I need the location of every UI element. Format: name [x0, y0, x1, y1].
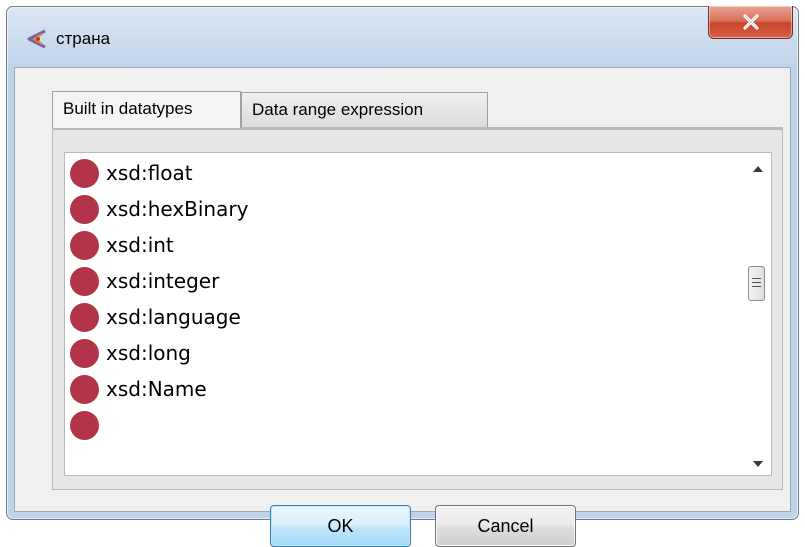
datatype-dot-icon	[70, 338, 99, 368]
list-item[interactable]: xsd:long	[70, 335, 191, 371]
datatype-dot-icon	[70, 230, 99, 260]
list-item-label: xsd:language	[106, 305, 241, 329]
window-title: страна	[56, 29, 111, 48]
arrow-down-icon	[752, 452, 763, 471]
datatype-dot-icon	[70, 302, 99, 332]
arrow-up-icon	[752, 157, 763, 176]
cancel-button[interactable]: Cancel	[435, 505, 576, 547]
tab-panel: xsd:float xsd:hexBinary xsd:int xsd:inte…	[52, 130, 783, 490]
datatype-dot-icon	[70, 410, 99, 440]
protege-app-icon	[25, 28, 47, 50]
tab-built-in-datatypes[interactable]: Built in datatypes	[52, 91, 241, 128]
datatype-dot-icon	[70, 158, 99, 188]
ok-button[interactable]: OK	[270, 505, 411, 547]
scroll-up-button[interactable]	[744, 153, 771, 180]
dialog-content: Built in datatypes Data range expression…	[14, 67, 791, 547]
list-item-label: xsd:long	[106, 341, 191, 365]
datatype-list-items: xsd:float xsd:hexBinary xsd:int xsd:inte…	[65, 153, 745, 475]
title-bar[interactable]: страна	[7, 6, 798, 67]
scroll-down-button[interactable]	[744, 448, 771, 475]
list-item[interactable]	[70, 407, 106, 443]
close-button[interactable]	[708, 6, 793, 39]
list-item-label: xsd:Name	[106, 377, 207, 401]
datatype-dot-icon	[70, 374, 99, 404]
list-item-label: xsd:hexBinary	[106, 197, 249, 221]
tab-data-range-expression[interactable]: Data range expression	[241, 92, 488, 127]
list-item[interactable]: xsd:Name	[70, 371, 207, 407]
vertical-scrollbar[interactable]	[744, 153, 771, 475]
close-icon	[742, 14, 760, 30]
datatype-list[interactable]: xsd:float xsd:hexBinary xsd:int xsd:inte…	[64, 152, 772, 476]
list-item[interactable]: xsd:language	[70, 299, 241, 335]
scroll-thumb[interactable]	[748, 266, 765, 301]
list-item[interactable]: xsd:float	[70, 155, 193, 191]
list-item[interactable]: xsd:hexBinary	[70, 191, 248, 227]
list-item[interactable]: xsd:integer	[70, 263, 219, 299]
list-item-label: xsd:float	[106, 161, 193, 185]
grip-icon	[752, 278, 761, 289]
datatype-dot-icon	[70, 266, 99, 296]
list-item-label: xsd:int	[106, 233, 174, 257]
list-item-label: xsd:integer	[106, 269, 220, 293]
dialog-window: страна Built in datatypes Data range exp…	[6, 6, 799, 547]
list-item[interactable]: xsd:int	[70, 227, 174, 263]
datatype-dot-icon	[70, 194, 99, 224]
